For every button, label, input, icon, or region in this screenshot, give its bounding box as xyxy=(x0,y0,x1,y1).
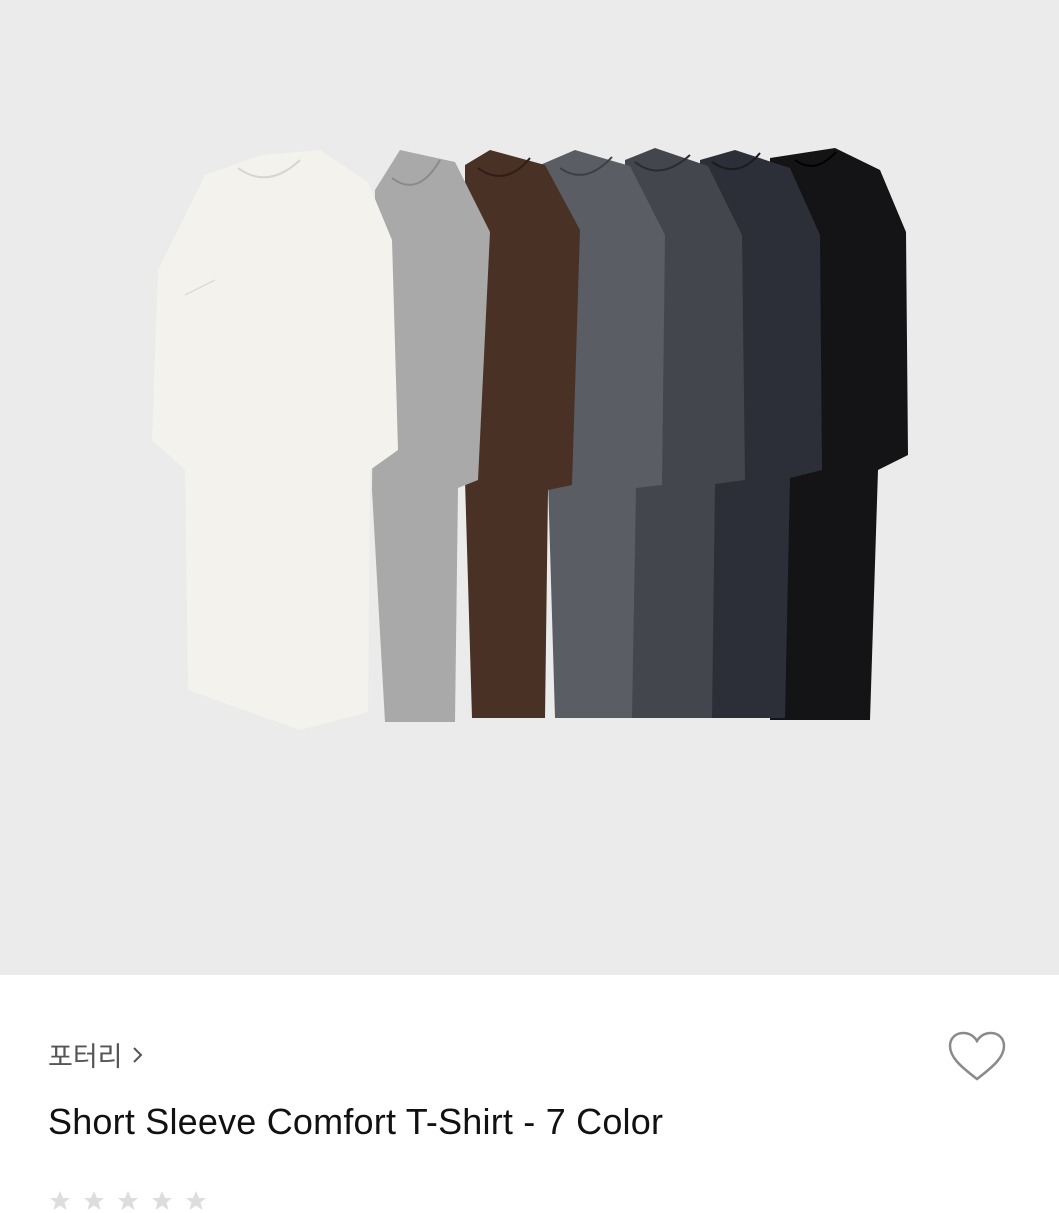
tshirt-white xyxy=(152,150,398,730)
product-image[interactable] xyxy=(0,0,1059,975)
product-info-section: 포터리 Short Sleeve Comfort T-Shirt - 7 Col… xyxy=(0,975,1059,1210)
star-icon xyxy=(186,1191,206,1210)
chevron-right-icon xyxy=(132,1046,142,1063)
star-icon xyxy=(118,1191,138,1210)
star-icon xyxy=(84,1191,104,1210)
star-icon xyxy=(50,1191,70,1210)
star-rating xyxy=(48,1189,208,1213)
star-icon xyxy=(152,1191,172,1210)
brand-name: 포터리 xyxy=(48,1042,123,1072)
tshirt-stack-image xyxy=(152,148,908,730)
product-title: Short Sleeve Comfort T-Shirt - 7 Color xyxy=(48,1101,664,1142)
heart-outline-icon xyxy=(948,1031,1006,1081)
wishlist-button[interactable] xyxy=(946,1029,1008,1085)
brand-link[interactable]: 포터리 xyxy=(48,1035,145,1074)
